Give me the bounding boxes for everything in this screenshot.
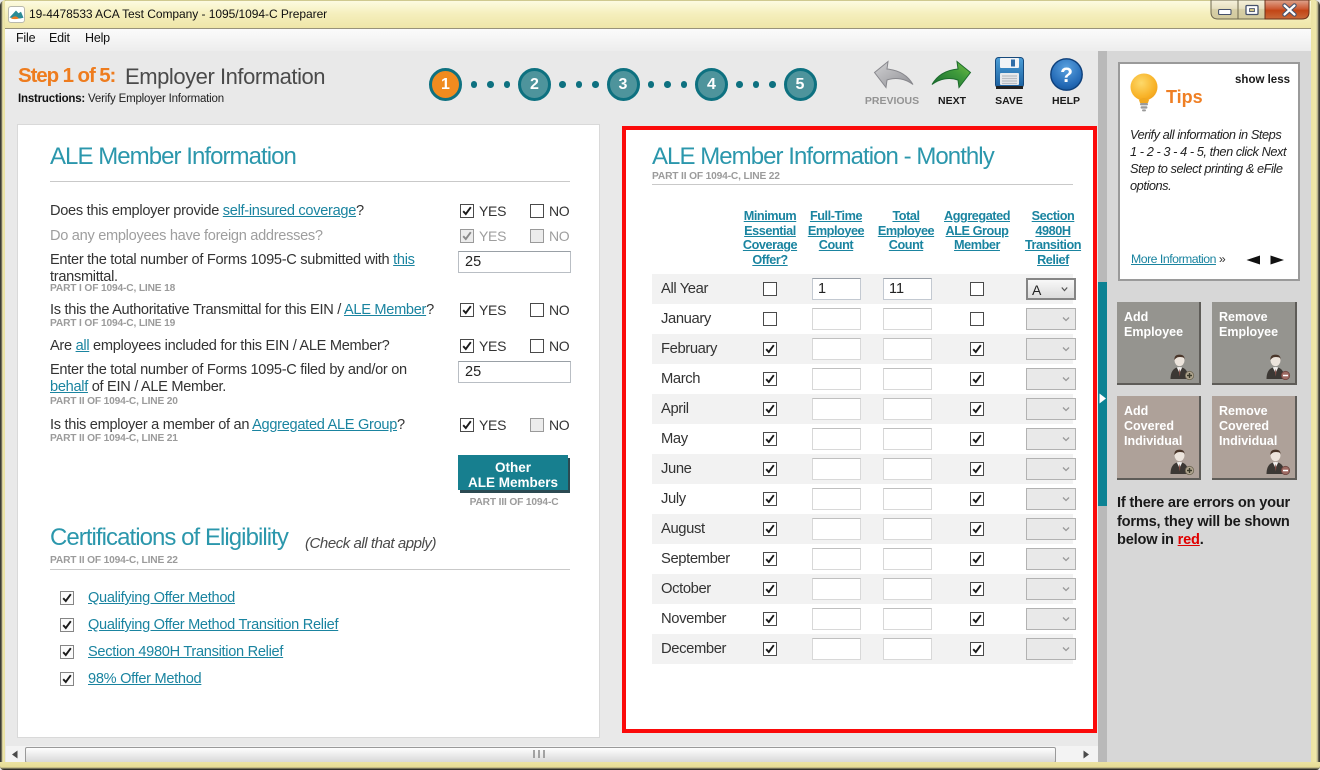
svg-text:?: ? [1060,64,1073,87]
